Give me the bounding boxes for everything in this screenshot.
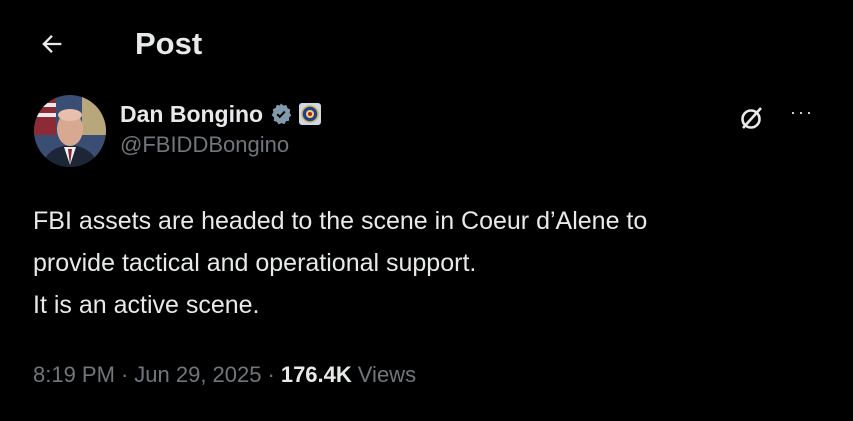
verified-badge-icon[interactable] xyxy=(269,102,293,126)
tweet-metadata: 8:19 PM · Jun 29, 2025 · 176.4K Views xyxy=(33,358,416,392)
avatar-image xyxy=(34,95,106,167)
author-handle[interactable]: @FBIDDBongino xyxy=(120,132,289,158)
author-display-name[interactable]: Dan Bongino xyxy=(120,101,263,128)
arrow-left-icon xyxy=(42,35,62,53)
top-bar: Post xyxy=(0,0,853,88)
avatar[interactable] xyxy=(34,95,106,167)
separator-dot: · xyxy=(120,362,129,387)
tweet-line: provide tactical and operational support… xyxy=(33,249,477,277)
fbi-seal-icon[interactable] xyxy=(299,103,322,125)
views-count: 176.4K xyxy=(280,362,352,387)
tweet-line: It is an active scene. xyxy=(33,291,260,319)
author-row: Dan Bongino xyxy=(120,97,322,131)
separator-dot: · xyxy=(267,362,275,387)
views-label: Views xyxy=(357,362,417,387)
post-time[interactable]: 8:19 PM xyxy=(33,362,115,388)
grok-icon xyxy=(741,107,762,129)
grok-button[interactable] xyxy=(734,100,770,136)
back-button[interactable] xyxy=(32,24,72,64)
tweet-line: FBI assets are headed to the scene in Co… xyxy=(33,207,648,235)
page-title: Post xyxy=(135,26,203,61)
more-options-button[interactable]: ··· xyxy=(784,100,820,124)
tweet-text: FBI assets are headed to the scene in Co… xyxy=(33,200,833,326)
post-date[interactable]: Jun 29, 2025 xyxy=(134,362,261,388)
